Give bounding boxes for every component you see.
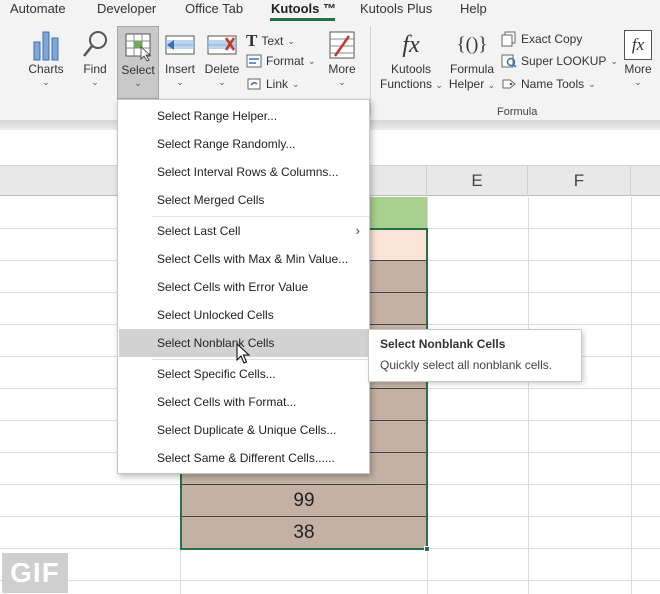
link-label: Link [266,77,289,91]
tooltip-description: Quickly select all nonblank cells. [380,358,553,372]
column-header-e[interactable]: E [427,166,528,196]
tab-kutools-plus[interactable]: Kutools Plus [360,1,432,16]
gif-badge: GIF [2,553,68,593]
chevron-down-icon: ⌄ [176,77,184,87]
magnifier-icon [83,31,107,57]
link-icon [247,78,261,90]
text-t-icon: T [246,31,258,50]
chevron-down-icon: ⌄ [287,35,295,46]
chevron-down-icon: ⌄ [308,55,316,66]
menu-item-select-last-cell[interactable]: Select Last Cell › [119,217,370,245]
text-label: Text [261,34,284,48]
insert-button[interactable]: Insert ⌄ [162,28,198,94]
name-tag-icon [502,79,516,89]
tab-help[interactable]: Help [460,1,487,16]
more-formula-button[interactable]: fx More ⌄ [618,28,658,100]
insert-label: Insert [164,62,195,76]
chevron-down-icon: ⌄ [435,80,443,90]
chevron-down-icon: ⌄ [634,77,642,87]
super-lookup-button[interactable]: Super LOOKUP ⌄ [501,53,618,69]
fx-icon: fx [402,32,420,58]
lookup-icon [501,54,517,68]
chevron-down-icon: ⌄ [134,78,142,88]
delete-button[interactable]: Delete ⌄ [203,28,241,94]
menu-item-select-merged-cells[interactable]: Select Merged Cells [119,186,370,214]
mouse-cursor-icon [236,343,250,364]
charts-label: Charts [28,62,64,76]
menu-item-select-cells-error-value[interactable]: Select Cells with Error Value [119,273,370,301]
find-button[interactable]: Find ⌄ [76,28,114,94]
chevron-down-icon: ⌄ [338,77,346,87]
format-button[interactable]: Format ⌄ [246,53,316,69]
formula-group-label: Formula [497,106,538,118]
formula-helper-label-line2: Helper ⌄ [448,77,496,91]
select-button[interactable]: Select ⌄ [117,26,159,99]
chevron-right-icon: › [355,223,360,238]
tab-kutools[interactable]: Kutools ™ [271,1,336,16]
tab-automate[interactable]: Automate [10,1,66,16]
bar-chart-icon [33,31,59,61]
formula-helper-button[interactable]: {()} Formula Helper ⌄ [447,28,497,100]
more-formula-label: More [624,62,652,76]
select-dropdown-menu: Select Range Helper... Select Range Rand… [117,99,370,474]
tab-office-tab[interactable]: Office Tab [185,1,243,16]
tooltip: Select Nonblank Cells Quickly select all… [368,329,582,382]
select-cells-icon [125,33,152,62]
gridline [0,580,660,581]
exact-copy-label: Exact Copy [521,32,583,46]
kutools-functions-label-line2: Functions ⌄ [380,77,443,91]
name-tools-button[interactable]: Name Tools ⌄ [501,76,596,92]
delete-label: Delete [204,62,240,76]
menu-item-select-cells-max-min[interactable]: Select Cells with Max & Min Value... [119,245,370,273]
menu-item-select-unlocked-cells[interactable]: Select Unlocked Cells [119,301,370,329]
gridline [631,197,632,594]
formula-helper-label-line1: Formula [449,62,494,76]
kutools-functions-button[interactable]: fx Kutools Functions ⌄ [380,28,443,100]
exact-copy-button[interactable]: Exact Copy [501,31,582,47]
tooltip-title: Select Nonblank Cells [380,337,506,351]
chevron-down-icon: ⌄ [42,77,50,87]
link-button[interactable]: Link ⌄ [246,76,300,92]
select-label: Select [121,63,155,77]
chevron-down-icon: ⌄ [610,55,618,66]
chevron-down-icon: ⌄ [487,80,496,90]
more-label: More [328,62,356,76]
menu-item-select-cells-with-format[interactable]: Select Cells with Format... [119,388,370,416]
ribbon-tab-bar: Automate Developer Office Tab Kutools ™ … [0,0,660,22]
copy-icon [501,31,516,47]
name-tools-label: Name Tools [521,77,585,91]
super-lookup-label: Super LOOKUP [521,54,607,68]
tab-developer[interactable]: Developer [97,1,156,16]
text-button[interactable]: T Text ⌄ [246,31,295,51]
menu-item-select-interval-rows-columns[interactable]: Select Interval Rows & Columns... [119,158,370,186]
formula-braces-icon: {()} [456,34,488,55]
active-tab-indicator [270,18,335,21]
more-button[interactable]: More ⌄ [323,28,361,94]
column-header-g[interactable] [631,166,660,196]
chevron-down-icon: ⌄ [588,78,596,89]
menu-item-select-range-randomly[interactable]: Select Range Randomly... [119,130,370,158]
format-icon [246,54,262,68]
charts-button[interactable]: Charts ⌄ [24,28,68,94]
chevron-down-icon: ⌄ [91,77,99,87]
chevron-down-icon: ⌄ [292,78,300,89]
more-tools-icon [329,31,355,59]
menu-item-select-range-helper[interactable]: Select Range Helper... [119,102,370,130]
fx-box-icon: fx [624,30,652,60]
find-label: Find [83,62,107,76]
chevron-down-icon: ⌄ [218,77,226,87]
menu-item-select-same-different[interactable]: Select Same & Different Cells...... [119,444,370,472]
group-separator [370,26,371,116]
delete-icon [207,35,237,55]
format-label: Format [266,54,305,68]
gridline [528,197,529,594]
fill-handle[interactable] [424,546,430,552]
column-header-f[interactable]: F [528,166,631,196]
insert-icon [165,35,195,55]
menu-item-select-duplicate-unique[interactable]: Select Duplicate & Unique Cells... [119,416,370,444]
menu-item-label: Select Last Cell [157,224,241,238]
kutools-functions-label-line1: Kutools [390,62,432,76]
